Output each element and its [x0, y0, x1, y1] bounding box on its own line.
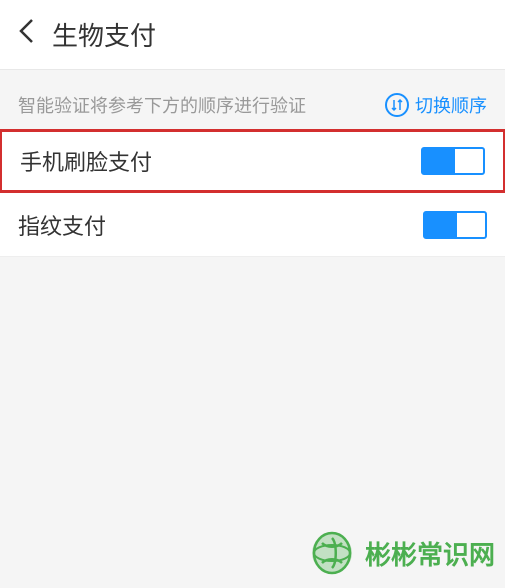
back-icon[interactable]: [18, 18, 34, 51]
toggle-face-pay[interactable]: [421, 147, 485, 175]
switch-order-button[interactable]: 切换顺序: [385, 92, 487, 118]
page-title: 生物支付: [52, 16, 156, 53]
swap-icon: [385, 93, 409, 117]
info-row: 智能验证将参考下方的顺序进行验证 切换顺序: [0, 70, 505, 130]
watermark: 彬彬常识网: [307, 528, 495, 578]
toggle-knob: [425, 213, 457, 237]
setting-row-face-pay[interactable]: 手机刷脸支付: [0, 129, 505, 193]
toggle-knob: [423, 149, 455, 173]
setting-row-fingerprint[interactable]: 指纹支付: [0, 193, 505, 257]
setting-label: 指纹支付: [18, 209, 106, 241]
globe-icon: [307, 528, 357, 578]
switch-order-label: 切换顺序: [415, 92, 487, 118]
info-description: 智能验证将参考下方的顺序进行验证: [18, 92, 306, 118]
header: 生物支付: [0, 0, 505, 70]
setting-label: 手机刷脸支付: [20, 145, 152, 177]
toggle-fingerprint[interactable]: [423, 211, 487, 239]
watermark-text: 彬彬常识网: [365, 535, 495, 572]
